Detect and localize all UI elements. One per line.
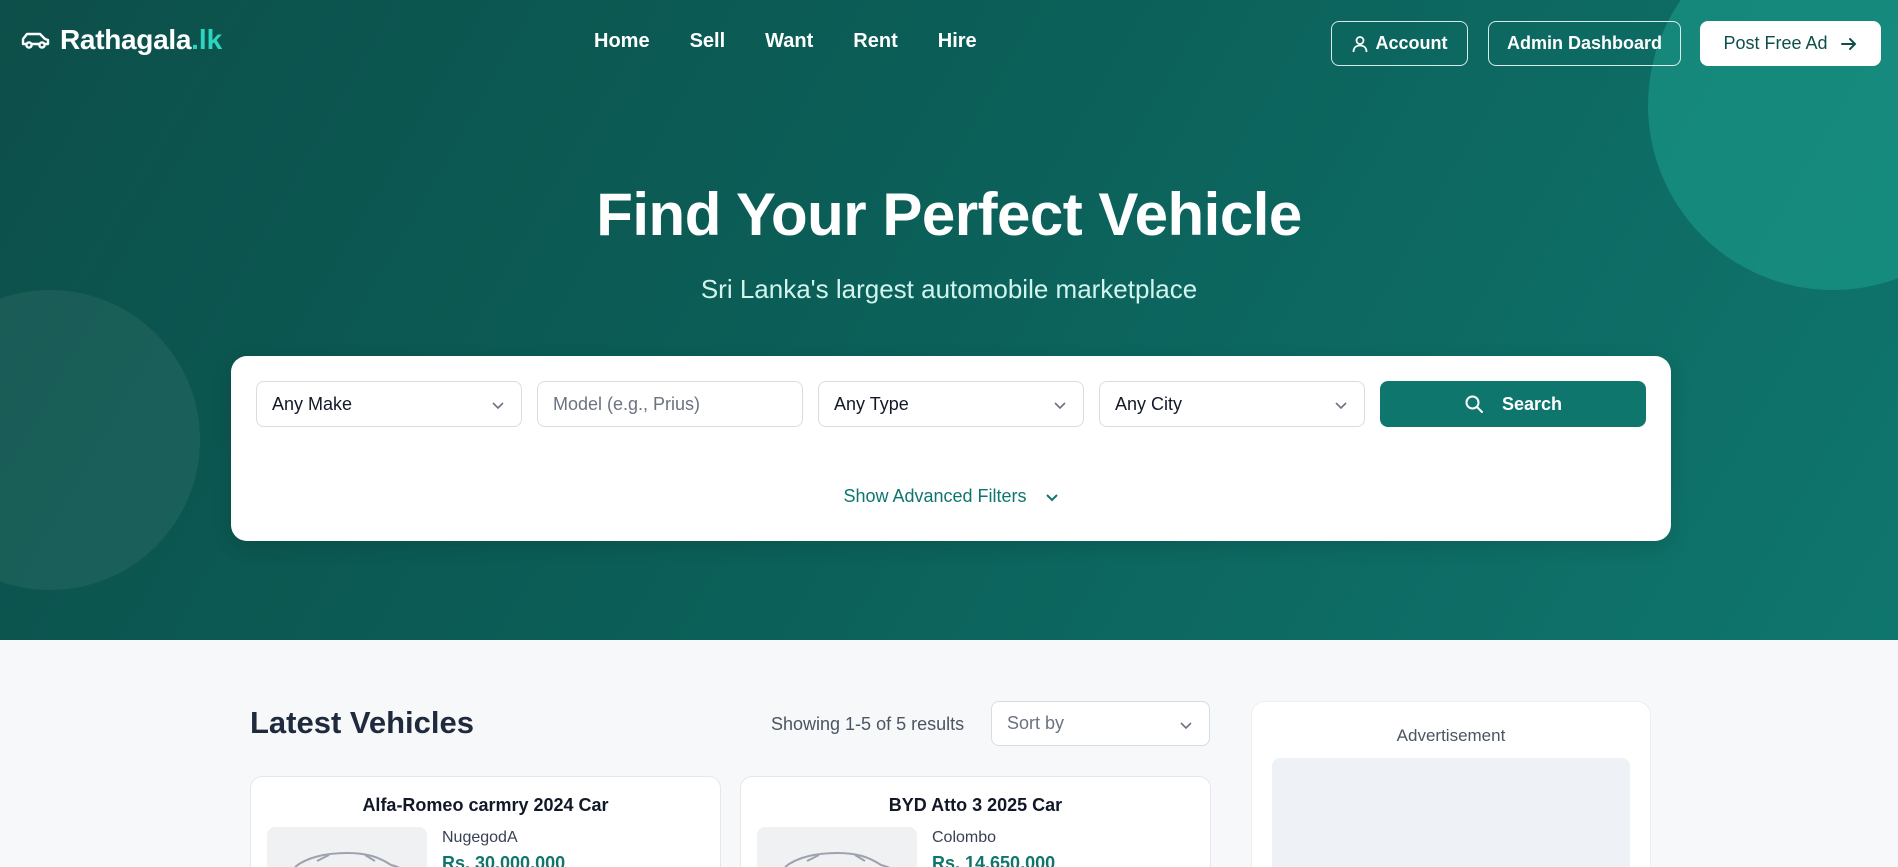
top-nav: Rathagala.lk Home Sell Want Rent Hire Ac… bbox=[0, 0, 1898, 88]
model-input[interactable] bbox=[553, 393, 787, 415]
vehicle-thumbnail bbox=[267, 827, 427, 867]
city-select[interactable]: Any City bbox=[1099, 381, 1365, 427]
results-count: Showing 1-5 of 5 results bbox=[771, 714, 965, 734]
car-placeholder-icon bbox=[294, 851, 400, 867]
hero-section: Rathagala.lk Home Sell Want Rent Hire Ac… bbox=[0, 0, 1898, 640]
car-placeholder-icon bbox=[784, 851, 890, 867]
advertisement-box: Advertisement bbox=[1251, 701, 1651, 867]
search-label: Search bbox=[1501, 393, 1563, 414]
vehicle-card[interactable]: BYD Atto 3 2025 Car Colombo Rs. 14,650,0… bbox=[740, 776, 1211, 867]
hero-title: Find Your Perfect Vehicle bbox=[596, 181, 1302, 248]
nav-home[interactable]: Home bbox=[594, 30, 650, 53]
chevron-down-icon bbox=[492, 402, 504, 410]
post-free-ad-button[interactable]: Post Free Ad bbox=[1700, 21, 1881, 66]
car-icon bbox=[21, 32, 50, 49]
user-icon bbox=[1352, 35, 1367, 52]
brand-name: Rathagala bbox=[60, 24, 192, 55]
decorative-circle bbox=[0, 290, 200, 590]
vehicle-price: Rs. 14,650,000 bbox=[932, 853, 1056, 867]
vehicle-city: Colombo bbox=[932, 829, 997, 846]
vehicle-price: Rs. 30,000,000 bbox=[442, 853, 566, 867]
vehicle-card[interactable]: Alfa-Romeo carmry 2024 Car NugegodA Rs. … bbox=[250, 776, 721, 867]
brand-tld: .lk bbox=[191, 24, 223, 55]
advanced-filters-label: Show Advanced Filters bbox=[843, 486, 1027, 506]
chevron-down-icon bbox=[1045, 493, 1058, 501]
model-input-wrapper bbox=[537, 381, 803, 427]
sort-value: Sort by bbox=[1007, 713, 1065, 733]
search-icon bbox=[1465, 395, 1483, 413]
brand-logo[interactable]: Rathagala.lk bbox=[20, 24, 222, 56]
post-label: Post Free Ad bbox=[1723, 33, 1828, 53]
make-select[interactable]: Any Make bbox=[256, 381, 522, 427]
search-button[interactable]: Search bbox=[1380, 381, 1646, 427]
section-title: Latest Vehicles bbox=[250, 705, 475, 740]
admin-dashboard-button[interactable]: Admin Dashboard bbox=[1488, 21, 1681, 66]
city-value: Any City bbox=[1115, 393, 1183, 414]
advertisement-slot[interactable] bbox=[1272, 758, 1630, 867]
nav-sell[interactable]: Sell bbox=[690, 30, 726, 53]
vehicle-title: BYD Atto 3 2025 Car bbox=[888, 795, 1063, 815]
nav-links: Home Sell Want Rent Hire bbox=[594, 30, 977, 53]
make-value: Any Make bbox=[272, 393, 353, 414]
chevron-down-icon bbox=[1180, 722, 1192, 730]
nav-hire[interactable]: Hire bbox=[938, 30, 977, 53]
vehicle-title: Alfa-Romeo carmry 2024 Car bbox=[362, 795, 609, 815]
arrow-right-icon bbox=[1840, 37, 1856, 50]
search-card: Any Make Any Type Any City Search Show A… bbox=[231, 356, 1671, 541]
chevron-down-icon bbox=[1054, 402, 1066, 410]
chevron-down-icon bbox=[1335, 402, 1347, 410]
admin-label: Admin Dashboard bbox=[1506, 33, 1662, 53]
advertisement-label: Advertisement bbox=[1396, 726, 1506, 745]
account-label: Account bbox=[1375, 33, 1448, 53]
nav-want[interactable]: Want bbox=[765, 30, 813, 53]
type-select[interactable]: Any Type bbox=[818, 381, 1084, 427]
sort-select[interactable]: Sort by bbox=[991, 701, 1210, 746]
vehicle-thumbnail bbox=[757, 827, 917, 867]
advanced-filters-toggle[interactable]: Show Advanced Filters bbox=[231, 486, 1671, 507]
account-button[interactable]: Account bbox=[1331, 21, 1468, 66]
type-value: Any Type bbox=[834, 393, 909, 414]
nav-rent[interactable]: Rent bbox=[853, 30, 897, 53]
vehicle-city: NugegodA bbox=[442, 829, 518, 846]
hero-subtitle: Sri Lanka's largest automobile marketpla… bbox=[700, 274, 1198, 304]
